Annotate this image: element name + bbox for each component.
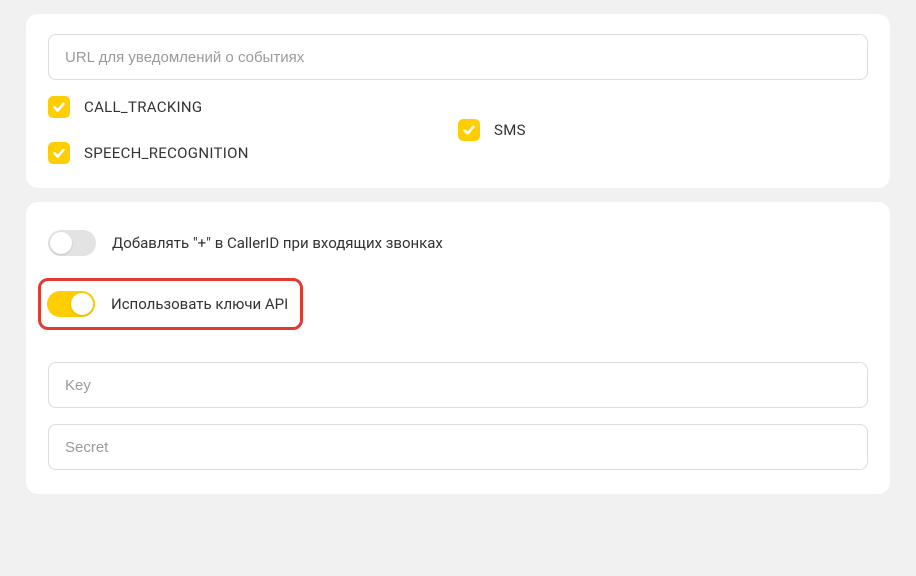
toggle-use-api-keys[interactable] (47, 291, 95, 317)
toggle-row-add-plus-callerid: Добавлять "+" в CallerID при входящих зв… (48, 222, 868, 264)
event-checkbox-group: CALL_TRACKING SPEECH_RECOGNITION SMS (48, 96, 868, 164)
notifications-url-input[interactable] (48, 34, 868, 80)
checkbox-label: SMS (494, 121, 526, 139)
toggle-knob (71, 293, 93, 315)
api-settings-card: Добавлять "+" в CallerID при входящих зв… (26, 202, 890, 494)
toggle-add-plus-callerid[interactable] (48, 230, 96, 256)
toggle-row-use-api-keys: Использовать ключи API (38, 278, 303, 330)
checkbox-speech-recognition[interactable] (48, 142, 70, 164)
checkbox-call-tracking[interactable] (48, 96, 70, 118)
checkbox-label: CALL_TRACKING (84, 98, 202, 116)
toggle-label: Добавлять "+" в CallerID при входящих зв… (112, 234, 443, 252)
checkbox-sms[interactable] (458, 119, 480, 141)
toggle-label: Использовать ключи API (111, 295, 288, 313)
check-icon (52, 146, 66, 160)
api-key-input[interactable] (48, 362, 868, 408)
checkbox-column-left: CALL_TRACKING SPEECH_RECOGNITION (48, 96, 458, 164)
checkbox-row-speech-recognition: SPEECH_RECOGNITION (48, 142, 458, 164)
check-icon (462, 123, 476, 137)
checkbox-label: SPEECH_RECOGNITION (84, 144, 249, 162)
notifications-card: CALL_TRACKING SPEECH_RECOGNITION SMS (26, 14, 890, 188)
toggle-knob (50, 232, 72, 254)
api-keys-inputs (48, 362, 868, 470)
checkbox-column-right: SMS (458, 119, 526, 141)
checkbox-row-call-tracking: CALL_TRACKING (48, 96, 458, 118)
check-icon (52, 100, 66, 114)
api-secret-input[interactable] (48, 424, 868, 470)
checkbox-row-sms: SMS (458, 119, 526, 141)
